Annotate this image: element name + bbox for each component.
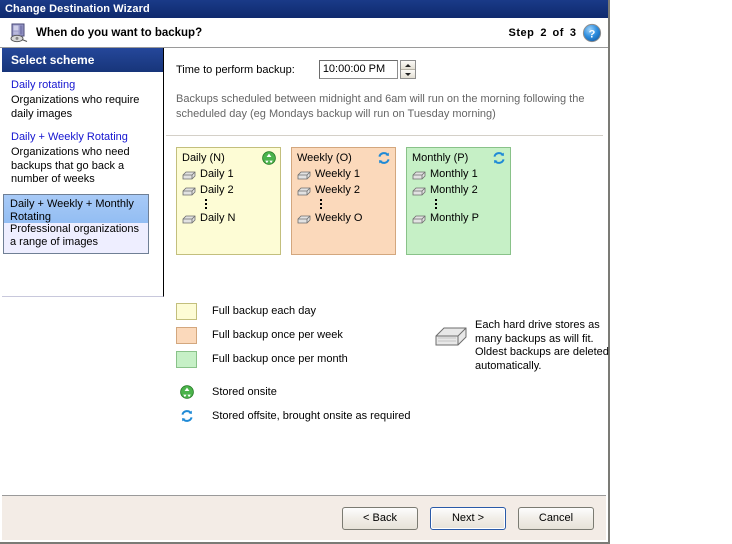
scheme-link-label[interactable]: Daily rotating [2, 72, 163, 93]
wizard-window: Change Destination Wizard When do you wa… [0, 0, 610, 544]
drive-label: Daily 2 [200, 184, 234, 196]
drive-label: Monthly 1 [430, 168, 478, 180]
hard-drive-note: Each hard drive stores as many backups a… [434, 319, 624, 373]
svg-text:?: ? [589, 28, 596, 40]
legend-label: Stored offsite, brought onsite as requir… [212, 410, 411, 422]
legend-row-onsite: Stored onsite [176, 380, 607, 404]
legend-label: Full backup once per month [212, 353, 348, 365]
title-bar: Change Destination Wizard [0, 0, 608, 18]
recycle-green-icon [262, 151, 276, 165]
chevron-up-icon [404, 63, 411, 67]
color-swatch-monthly [176, 350, 197, 368]
main-panel: Time to perform backup: Bac [166, 48, 609, 511]
cancel-button[interactable]: Cancel [518, 506, 594, 530]
hard-drive-icon [182, 186, 196, 196]
scheme-desc-text: Professional organizations a range of im… [3, 222, 149, 254]
vertical-ellipsis-icon [182, 199, 230, 209]
sidebar-item-daily-weekly-rotating[interactable]: Daily + Weekly Rotating Organizations wh… [2, 124, 163, 190]
scheme-link-label[interactable]: Daily + Weekly + Monthly Rotating [3, 193, 149, 224]
step-current: 2 [540, 26, 547, 39]
drive-label: Monthly 2 [430, 184, 478, 196]
legend-row-offsite: Stored offsite, brought onsite as requir… [176, 404, 607, 428]
drive-label: Weekly 2 [315, 184, 361, 196]
refresh-blue-icon [377, 151, 391, 165]
step-indicator: Step 2 of 3 ? [509, 23, 602, 43]
hard-drive-note-text: Each hard drive stores as many backups a… [475, 319, 609, 372]
time-input[interactable] [318, 60, 398, 79]
legend-label: Full backup once per week [212, 329, 343, 341]
drive-item-last: Monthly P [412, 212, 505, 225]
schedule-note: Backups scheduled between midnight and 6… [176, 93, 585, 120]
hard-drive-icon [434, 324, 468, 348]
drive-item: Daily 1 [182, 168, 275, 181]
sidebar-header: Select scheme [2, 48, 163, 72]
color-swatch-daily [176, 302, 197, 320]
drive-label: Daily 1 [200, 168, 234, 180]
screen: Change Destination Wizard When do you wa… [0, 0, 732, 544]
scheme-desc-text: Organizations who need backups that go b… [11, 146, 130, 185]
scheme-sidebar: Select scheme Daily rotating Organizatio… [2, 48, 164, 297]
scheme-list: Daily rotating Organizations who require… [2, 72, 163, 255]
legend-label: Full backup each day [212, 305, 316, 317]
hard-drive-icon [182, 170, 196, 180]
spin-up-button[interactable] [400, 61, 415, 70]
drive-item: Weekly 1 [297, 168, 390, 181]
sidebar-item-daily-weekly-monthly-rotating[interactable]: Daily + Weekly + Monthly Rotating Profes… [2, 193, 163, 255]
button-bar: < Back Next > Cancel [2, 495, 606, 540]
hard-drive-icon [412, 186, 426, 196]
drive-label: Weekly 1 [315, 168, 361, 180]
drive-item: Monthly 2 [412, 184, 505, 197]
sidebar-item-daily-rotating[interactable]: Daily rotating Organizations who require… [2, 72, 163, 124]
back-button[interactable]: < Back [342, 506, 418, 530]
scheme-box-daily: Daily (N) Daily 1 Daily 2 Daily N [176, 147, 281, 255]
scheme-box-monthly: Monthly (P) Monthly 1 Monthly 2 Monthly … [406, 147, 511, 255]
computer-backup-icon [8, 22, 30, 44]
scheme-boxes: Daily (N) Daily 1 Daily 2 Daily N Weekly… [166, 136, 607, 255]
drive-item: Weekly 2 [297, 184, 390, 197]
hard-drive-icon [182, 214, 196, 224]
refresh-blue-icon [492, 151, 506, 165]
drive-item-last: Weekly O [297, 212, 390, 225]
step-of-word: of [552, 26, 564, 39]
step-word: Step [508, 26, 535, 39]
scheme-box-weekly: Weekly (O) Weekly 1 Weekly 2 Weekly O [291, 147, 396, 255]
chevron-down-icon [404, 72, 411, 76]
vertical-ellipsis-icon [412, 199, 460, 209]
time-row: Time to perform backup: [166, 48, 607, 79]
hard-drive-icon [297, 214, 311, 224]
drive-label: Weekly O [315, 212, 363, 224]
drive-label: Daily N [200, 212, 236, 224]
time-spin-buttons[interactable] [399, 60, 416, 79]
hard-drive-icon [412, 214, 426, 224]
page-title: When do you want to backup? [36, 26, 203, 39]
drive-label: Monthly P [430, 212, 479, 224]
hard-drive-icon [412, 170, 426, 180]
window-title: Change Destination Wizard [5, 3, 150, 15]
time-stepper[interactable] [318, 60, 416, 79]
spin-down-button[interactable] [400, 70, 415, 78]
scheme-desc-text: Organizations who require daily images [11, 94, 140, 120]
step-total: 3 [569, 26, 576, 39]
wizard-header: When do you want to backup? Step 2 of 3 [0, 18, 608, 48]
help-question-icon[interactable]: ? [582, 23, 602, 43]
wizard-body: Select scheme Daily rotating Organizatio… [0, 48, 609, 511]
color-swatch-weekly [176, 326, 197, 344]
drive-item: Monthly 1 [412, 168, 505, 181]
vertical-ellipsis-icon [297, 199, 345, 209]
next-button[interactable]: Next > [430, 506, 506, 530]
drive-item-last: Daily N [182, 212, 275, 225]
time-label: Time to perform backup: [176, 63, 295, 76]
legend-label: Stored onsite [212, 386, 277, 398]
scheme-link-label[interactable]: Daily + Weekly Rotating [2, 124, 163, 145]
refresh-blue-icon [176, 408, 197, 425]
drive-item: Daily 2 [182, 184, 275, 197]
back-button-label: < Back [363, 512, 397, 524]
next-button-label: Next > [451, 512, 485, 524]
recycle-green-icon [176, 384, 197, 401]
hard-drive-icon [297, 170, 311, 180]
cancel-button-label: Cancel [538, 512, 574, 524]
hard-drive-icon [297, 186, 311, 196]
